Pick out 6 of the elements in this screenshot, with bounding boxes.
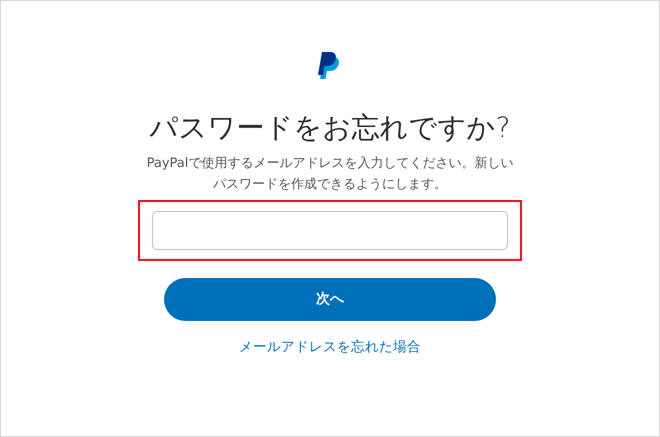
logo-icon xyxy=(318,51,342,80)
page-title: パスワードをお忘れですか? xyxy=(150,111,510,145)
next-button[interactable]: 次へ xyxy=(164,278,496,321)
forgot-email-link[interactable]: メールアドレスを忘れた場合 xyxy=(239,336,421,357)
description-text: PayPalで使用するメールアドレスを入力してください。新しいパスワードを作成できるようにします。 xyxy=(146,154,514,194)
email-field[interactable] xyxy=(152,210,508,250)
